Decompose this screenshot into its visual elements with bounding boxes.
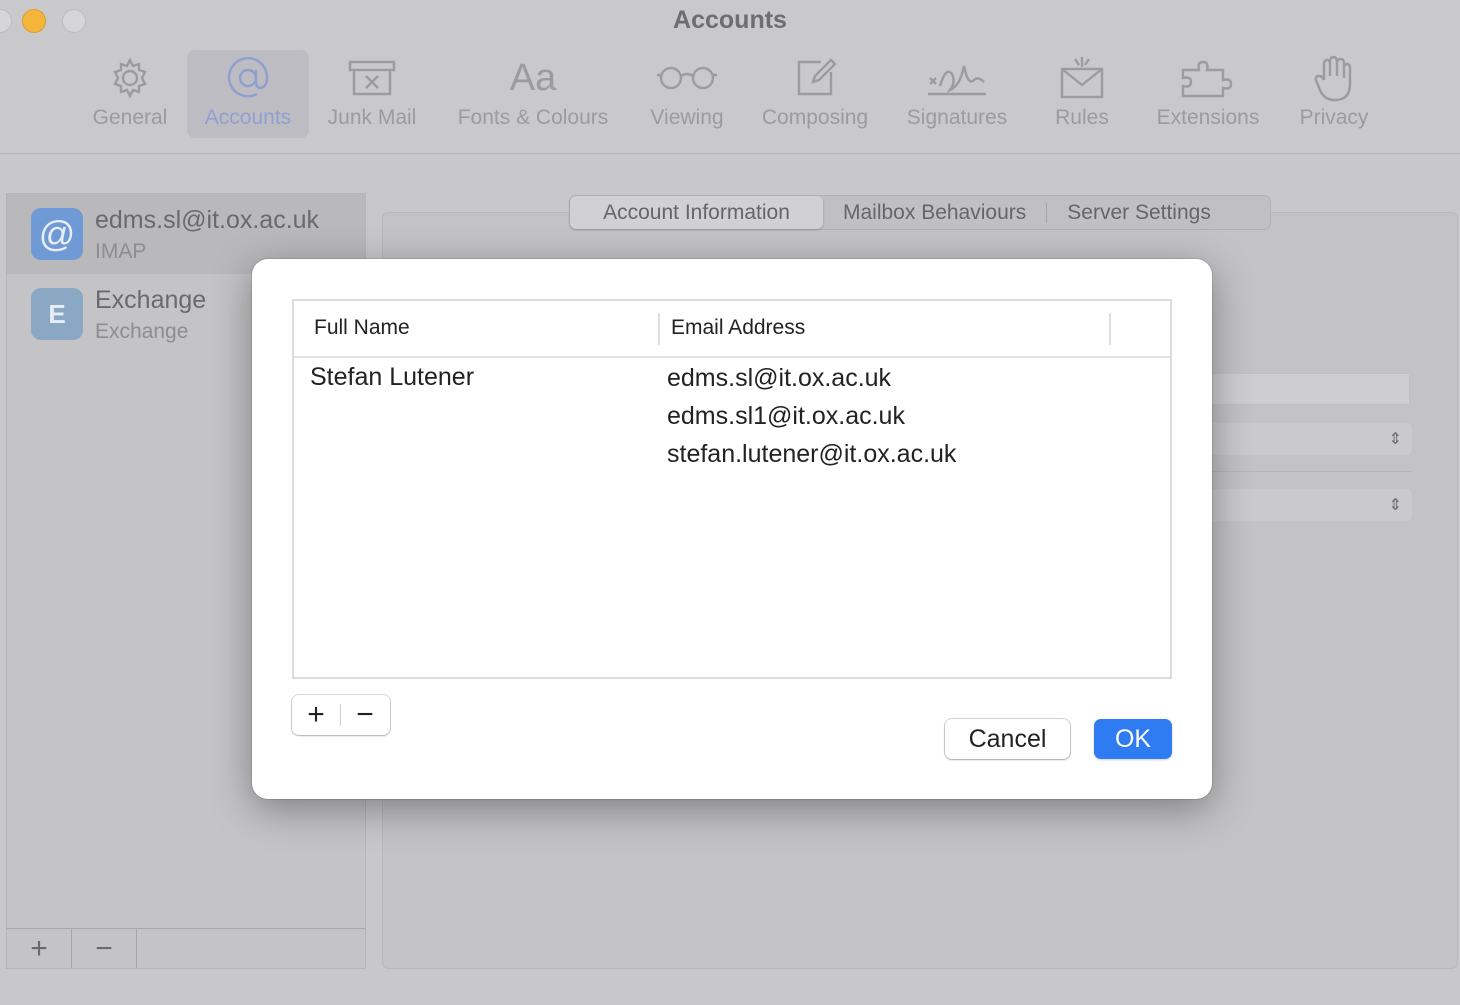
toolbar-general[interactable]: General xyxy=(84,50,176,138)
email-address-cell[interactable]: edms.sl@it.ox.ac.uk edms.sl1@it.ox.ac.uk… xyxy=(667,363,956,477)
toolbar-accounts[interactable]: Accounts xyxy=(187,50,309,138)
email-addresses-sheet: Full Name Email Address Stefan Lutener e… xyxy=(252,259,1212,799)
toolbar-label: Privacy xyxy=(1299,106,1369,129)
background-popup-select[interactable]: ⇕ xyxy=(1195,423,1412,455)
toolbar-label: Junk Mail xyxy=(327,106,417,129)
column-header-full-name[interactable]: Full Name xyxy=(314,316,410,340)
account-tabs: Account Information Mailbox Behaviours S… xyxy=(569,195,1271,230)
toolbar-label: Viewing xyxy=(650,106,724,129)
compose-icon xyxy=(797,58,837,96)
email-address[interactable]: edms.sl@it.ox.ac.uk xyxy=(667,363,956,401)
account-name: Exchange xyxy=(95,286,207,314)
gear-icon xyxy=(113,57,147,99)
at-icon xyxy=(227,57,269,98)
glasses-icon xyxy=(657,66,717,90)
email-address[interactable]: stefan.lutener@it.ox.ac.uk xyxy=(667,439,956,477)
remove-row-button[interactable]: − xyxy=(341,695,389,735)
remove-account-button[interactable]: − xyxy=(72,929,137,968)
toolbar-label: Signatures xyxy=(906,106,1008,129)
account-type: IMAP xyxy=(95,240,147,263)
junk-mail-icon xyxy=(348,60,396,96)
cancel-button[interactable]: Cancel xyxy=(945,719,1070,759)
full-name-cell[interactable]: Stefan Lutener xyxy=(310,363,474,392)
account-name: edms.sl@it.ox.ac.uk xyxy=(95,206,320,234)
addresses-table: Full Name Email Address Stefan Lutener e… xyxy=(292,299,1172,679)
rules-envelope-icon xyxy=(1060,57,1104,99)
column-header-email[interactable]: Email Address xyxy=(671,316,805,340)
toolbar-extensions[interactable]: Extensions xyxy=(1148,50,1268,138)
toolbar-label: Fonts & Colours xyxy=(457,106,609,129)
add-remove-segmented-control: + − xyxy=(292,695,390,735)
toolbar-label: Accounts xyxy=(204,106,292,129)
toolbar-label: Rules xyxy=(1055,106,1109,129)
column-divider xyxy=(658,313,660,345)
add-account-button[interactable]: + xyxy=(7,929,72,968)
toolbar-label: General xyxy=(92,106,168,129)
hand-icon xyxy=(1314,55,1352,102)
title-bar: Accounts General Accounts Junk Mail Aa F… xyxy=(0,0,1460,154)
preferences-toolbar: General Accounts Junk Mail Aa Fonts & Co… xyxy=(0,50,1460,140)
toolbar-fonts-colours[interactable]: Aa Fonts & Colours xyxy=(446,50,620,138)
email-address[interactable]: edms.sl1@it.ox.ac.uk xyxy=(667,401,956,439)
column-divider xyxy=(1109,313,1111,345)
toolbar-junk-mail[interactable]: Junk Mail xyxy=(320,50,424,138)
stepper-arrows-icon: ⇕ xyxy=(1388,431,1402,448)
toolbar-viewing[interactable]: Viewing xyxy=(642,50,732,138)
toolbar-label: Extensions xyxy=(1156,106,1260,129)
sidebar-footer: + − xyxy=(7,928,365,968)
fonts-icon: Aa xyxy=(509,56,557,99)
background-text-field[interactable] xyxy=(1195,373,1410,405)
toolbar-signatures[interactable]: Signatures xyxy=(898,50,1016,138)
ok-button[interactable]: OK xyxy=(1094,719,1172,759)
window-title: Accounts xyxy=(673,6,787,34)
stepper-arrows-icon: ⇕ xyxy=(1388,497,1402,514)
toolbar-privacy[interactable]: Privacy xyxy=(1292,50,1376,138)
toolbar-label: Composing xyxy=(761,106,869,129)
account-type: Exchange xyxy=(95,320,189,343)
puzzle-icon xyxy=(1181,60,1233,98)
toolbar-composing[interactable]: Composing xyxy=(754,50,876,138)
tab-server-settings[interactable]: Server Settings xyxy=(1047,196,1231,229)
at-account-icon: @ xyxy=(31,208,83,260)
add-row-button[interactable]: + xyxy=(292,695,340,735)
table-header: Full Name Email Address xyxy=(294,301,1170,358)
tab-account-information[interactable]: Account Information xyxy=(570,196,823,229)
divider xyxy=(1195,471,1412,472)
toolbar-rules[interactable]: Rules xyxy=(1046,50,1118,138)
exchange-account-icon: E xyxy=(31,288,83,340)
background-popup-select[interactable]: ⇕ xyxy=(1195,489,1412,521)
tab-mailbox-behaviours[interactable]: Mailbox Behaviours xyxy=(823,196,1046,229)
signature-icon xyxy=(928,65,986,96)
